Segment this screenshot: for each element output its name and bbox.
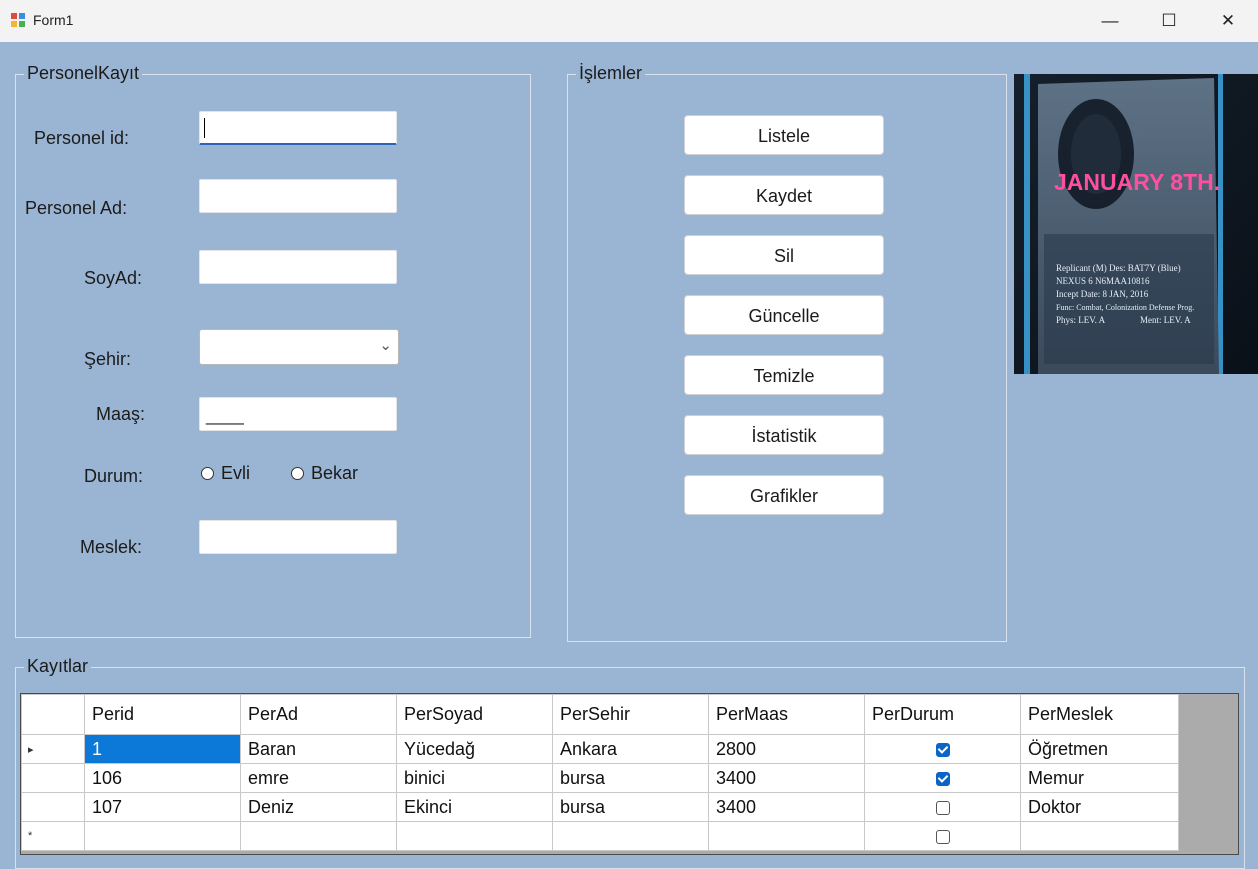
minimize-button[interactable]: — bbox=[1087, 6, 1133, 36]
row-marker[interactable]: ▸ bbox=[21, 734, 85, 764]
title-bar: Form1 — ☐ ✕ bbox=[0, 0, 1258, 42]
cell-permeslek[interactable]: Doktor bbox=[1020, 792, 1179, 822]
cell-perad[interactable]: emre bbox=[240, 763, 397, 793]
maximize-button[interactable]: ☐ bbox=[1146, 6, 1192, 36]
soyad-input[interactable] bbox=[199, 250, 397, 284]
column-header-persoyad[interactable]: PerSoyad bbox=[396, 694, 553, 735]
sehir-label: Şehir: bbox=[84, 349, 132, 369]
personel-ad-input[interactable] bbox=[199, 179, 397, 213]
cell-persehir[interactable]: bursa bbox=[552, 792, 709, 822]
meslek-input[interactable] bbox=[199, 520, 397, 554]
column-header-perdurum[interactable]: PerDurum bbox=[864, 694, 1021, 735]
cell-permeslek[interactable] bbox=[1020, 821, 1179, 851]
checkbox-checked-icon[interactable] bbox=[935, 742, 950, 757]
app-form-icon bbox=[11, 13, 25, 27]
picture-line: Func: Combat, Colonization Defense Prog. bbox=[1056, 303, 1194, 312]
cell-permaas[interactable]: 2800 bbox=[708, 734, 865, 764]
islemler-legend: İşlemler bbox=[576, 63, 646, 84]
column-header-permeslek[interactable]: PerMeslek bbox=[1020, 694, 1179, 735]
table-row[interactable]: 106 emre binici bursa 3400 Memur bbox=[21, 763, 1179, 793]
cell-persoyad[interactable]: binici bbox=[396, 763, 553, 793]
records-table: Perid PerAd PerSoyad PerSehir PerMaas Pe… bbox=[21, 694, 1179, 851]
evli-radio[interactable]: Evli bbox=[201, 463, 250, 484]
cell-permeslek[interactable]: Memur bbox=[1020, 763, 1179, 793]
picture-line: NEXUS 6 N6MAA10816 bbox=[1056, 276, 1150, 286]
cell-perid[interactable]: 107 bbox=[84, 792, 241, 822]
cell-perid[interactable]: 1 bbox=[84, 734, 241, 764]
cell-permaas[interactable]: 3400 bbox=[708, 763, 865, 793]
cell-persehir[interactable] bbox=[552, 821, 709, 851]
checkbox-unchecked-icon[interactable] bbox=[935, 800, 950, 815]
text-caret bbox=[204, 118, 205, 138]
cell-perad[interactable] bbox=[240, 821, 397, 851]
header-row: Perid PerAd PerSoyad PerSehir PerMaas Pe… bbox=[21, 694, 1179, 735]
checkbox-unchecked-icon[interactable] bbox=[935, 829, 950, 844]
kaydet-button[interactable]: Kaydet bbox=[684, 175, 884, 215]
cell-persehir[interactable]: bursa bbox=[552, 763, 709, 793]
new-row-marker[interactable]: * bbox=[21, 821, 85, 851]
personel-id-label: Personel id: bbox=[34, 128, 130, 148]
grafikler-button[interactable]: Grafikler bbox=[684, 475, 884, 515]
cell-persoyad[interactable]: Yücedağ bbox=[396, 734, 553, 764]
window-title: Form1 bbox=[33, 12, 74, 28]
picture-line: Incept Date: 8 JAN, 2016 bbox=[1056, 289, 1149, 299]
cell-perdurum[interactable] bbox=[864, 821, 1021, 851]
picture-line: Replicant (M) Des: BAT7Y (Blue) bbox=[1056, 263, 1181, 273]
radio-circle-icon bbox=[291, 467, 304, 480]
picture-line: Phys: LEV. A bbox=[1056, 315, 1106, 325]
bekar-radio-label: Bekar bbox=[311, 463, 359, 483]
table-row[interactable]: 107 Deniz Ekinci bursa 3400 Doktor bbox=[21, 792, 1179, 822]
listele-button[interactable]: Listele bbox=[684, 115, 884, 155]
cell-persoyad[interactable] bbox=[396, 821, 553, 851]
column-header-permaas[interactable]: PerMaas bbox=[708, 694, 865, 735]
new-row[interactable]: * bbox=[21, 821, 1179, 851]
evli-radio-label: Evli bbox=[221, 463, 251, 483]
sil-button[interactable]: Sil bbox=[684, 235, 884, 275]
replicant-card-image: JANUARY 8TH. Replicant (M) Des: BAT7Y (B… bbox=[1014, 74, 1258, 374]
column-header-persehir[interactable]: PerSehir bbox=[552, 694, 709, 735]
cell-persehir[interactable]: Ankara bbox=[552, 734, 709, 764]
personel-kayit-legend: PersonelKayıt bbox=[24, 63, 143, 84]
sehir-combobox[interactable]: ⌄ bbox=[199, 329, 399, 365]
checkbox-checked-icon[interactable] bbox=[935, 771, 950, 786]
column-header-perid[interactable]: Perid bbox=[84, 694, 241, 735]
guncelle-button[interactable]: Güncelle bbox=[684, 295, 884, 335]
table-row[interactable]: ▸ 1 Baran Yücedağ Ankara 2800 Öğretmen bbox=[21, 734, 1179, 764]
column-header-perad[interactable]: PerAd bbox=[240, 694, 397, 735]
maas-label: Maaş: bbox=[96, 404, 146, 424]
meslek-label: Meslek: bbox=[80, 537, 143, 557]
cell-persoyad[interactable]: Ekinci bbox=[396, 792, 553, 822]
cell-perdurum[interactable] bbox=[864, 763, 1021, 793]
temizle-button[interactable]: Temizle bbox=[684, 355, 884, 395]
cell-perid[interactable] bbox=[84, 821, 241, 851]
picture-line: Ment: LEV. A bbox=[1140, 315, 1191, 325]
maas-mask-text: ____ bbox=[206, 406, 244, 425]
row-header-corner bbox=[21, 694, 85, 735]
cell-permaas[interactable] bbox=[708, 821, 865, 851]
istatistik-button[interactable]: İstatistik bbox=[684, 415, 884, 455]
kayitlar-legend: Kayıtlar bbox=[24, 656, 92, 677]
row-marker[interactable] bbox=[21, 792, 85, 822]
cell-permaas[interactable]: 3400 bbox=[708, 792, 865, 822]
cell-permeslek[interactable]: Öğretmen bbox=[1020, 734, 1179, 764]
row-marker[interactable] bbox=[21, 763, 85, 793]
cell-perad[interactable]: Baran bbox=[240, 734, 397, 764]
close-button[interactable]: ✕ bbox=[1205, 6, 1251, 36]
soyad-label: SoyAd: bbox=[84, 268, 143, 288]
cell-perdurum[interactable] bbox=[864, 792, 1021, 822]
bekar-radio[interactable]: Bekar bbox=[291, 463, 358, 484]
personel-ad-label: Personel Ad: bbox=[25, 198, 128, 218]
picture-headline: JANUARY 8TH. bbox=[1054, 169, 1220, 195]
cell-perdurum[interactable] bbox=[864, 734, 1021, 764]
chevron-down-icon: ⌄ bbox=[379, 337, 392, 354]
cell-perid[interactable]: 106 bbox=[84, 763, 241, 793]
personel-id-input[interactable] bbox=[199, 111, 397, 145]
durum-label: Durum: bbox=[84, 466, 144, 486]
radio-circle-icon bbox=[201, 467, 214, 480]
picture-box: JANUARY 8TH. Replicant (M) Des: BAT7Y (B… bbox=[1014, 74, 1258, 374]
cell-perad[interactable]: Deniz bbox=[240, 792, 397, 822]
maas-masked-input[interactable]: ____ bbox=[199, 397, 397, 431]
records-datagrid[interactable]: Perid PerAd PerSoyad PerSehir PerMaas Pe… bbox=[20, 693, 1239, 855]
